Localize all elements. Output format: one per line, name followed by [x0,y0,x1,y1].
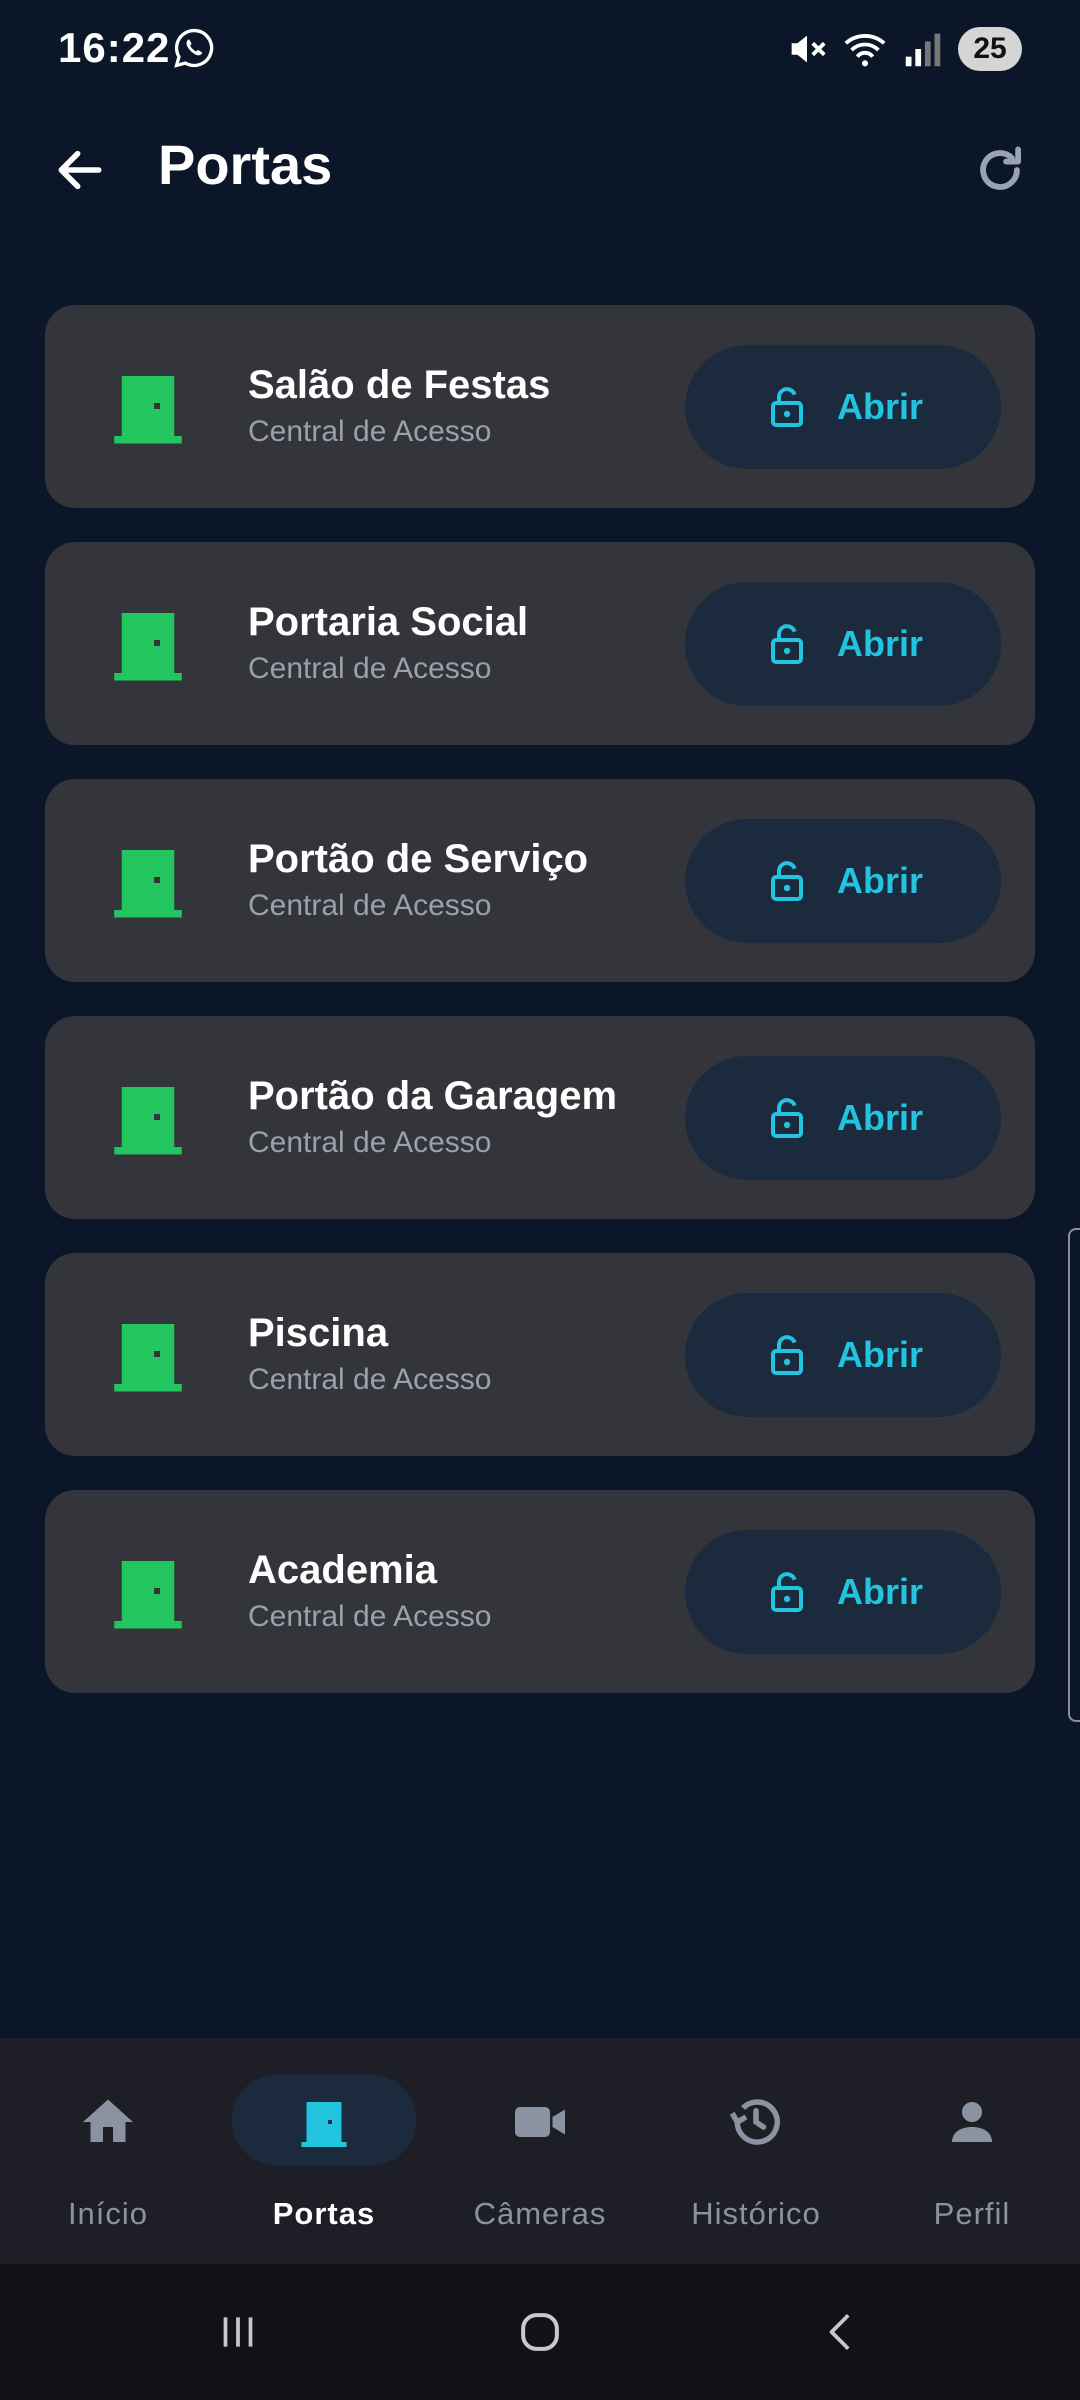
nav-label: Início [67,2196,149,2231]
door-card: Piscina Central de Acesso Abrir [45,1253,1035,1456]
nav-item-perfil[interactable]: Perfil [864,2038,1080,2264]
door-name: Academia [248,1548,437,1592]
back-nav-button[interactable] [802,2302,882,2362]
page-title: Portas [158,133,333,196]
door-icon [114,1324,182,1392]
door-icon [114,376,182,444]
open-door-button[interactable]: Abrir [685,345,1001,469]
door-icon [114,850,182,918]
arrow-back-icon [58,150,102,190]
home-icon [83,2099,133,2142]
door-subtitle: Central de Acesso [248,1363,492,1396]
wifi-icon [844,34,886,67]
bottom-nav: Início Portas Câmeras Histórico Perfil [0,2038,1080,2264]
whatsapp-icon [174,28,214,68]
door-icon [301,2102,347,2147]
door-subtitle: Central de Acesso [248,1126,492,1159]
open-button-label: Abrir [836,860,923,901]
door-icon [114,1087,182,1155]
recents-icon [223,2317,253,2347]
open-button-label: Abrir [836,1334,923,1375]
scroll-indicator[interactable] [1068,1228,1080,1722]
door-name: Portão de Serviço [248,837,589,881]
door-icon [114,1561,182,1629]
lock-open-icon [770,861,803,901]
nav-label: Câmeras [473,2196,607,2231]
door-name: Salão de Festas [248,363,551,407]
open-door-button[interactable]: Abrir [685,819,1001,943]
back-button[interactable] [44,134,116,206]
lock-open-icon [770,387,803,427]
lock-open-icon [770,1335,803,1375]
system-nav-bar [0,2264,1080,2400]
nav-item-cameras[interactable]: Câmeras [432,2038,648,2264]
door-subtitle: Central de Acesso [248,652,492,685]
door-subtitle: Central de Acesso [248,415,492,448]
person-icon [952,2102,992,2142]
door-icon [114,613,182,681]
nav-item-historico[interactable]: Histórico [648,2038,864,2264]
door-name: Portaria Social [248,600,529,644]
door-subtitle: Central de Acesso [248,889,492,922]
recent-apps-button[interactable] [198,2302,278,2362]
door-name: Piscina [248,1311,389,1355]
lock-open-icon [770,1098,803,1138]
nav-label: Histórico [691,2196,821,2231]
door-card: Portão de Serviço Central de Acesso Abri… [45,779,1035,982]
door-subtitle: Central de Acesso [248,1600,492,1633]
open-button-label: Abrir [836,1571,923,1612]
door-list: Salão de Festas Central de Acesso Abrir … [45,305,1035,1727]
open-door-button[interactable]: Abrir [685,1056,1001,1180]
nav-item-portas[interactable]: Portas [216,2038,432,2264]
door-card: Portaria Social Central de Acesso Abrir [45,542,1035,745]
nav-item-inicio[interactable]: Início [0,2038,216,2264]
open-button-label: Abrir [836,1097,923,1138]
nav-label: Portas [272,2196,376,2231]
refresh-button[interactable] [964,134,1036,206]
videocam-icon [515,2107,565,2137]
status-bar: 16:22 25 [0,0,1080,100]
signal-icon [905,33,941,67]
open-door-button[interactable]: Abrir [685,1530,1001,1654]
refresh-icon [980,146,1022,190]
open-button-label: Abrir [836,623,923,664]
mute-icon [791,35,826,63]
door-name: Portão da Garagem [248,1074,618,1118]
status-time: 16:22 [58,24,171,71]
lock-open-icon [770,1572,803,1612]
lock-open-icon [770,624,803,664]
chevron-left-icon [829,2314,850,2350]
door-card: Portão da Garagem Central de Acesso Abri… [45,1016,1035,1219]
home-circle-icon [521,2313,559,2351]
open-door-button[interactable]: Abrir [685,582,1001,706]
open-button-label: Abrir [836,386,923,427]
open-door-button[interactable]: Abrir [685,1293,1001,1417]
battery-indicator: 25 [958,27,1022,71]
door-card: Academia Central de Acesso Abrir [45,1490,1035,1693]
home-button[interactable] [500,2302,580,2362]
app-bar: Portas [0,100,1080,240]
door-card: Salão de Festas Central de Acesso Abrir [45,305,1035,508]
nav-label: Perfil [933,2196,1011,2231]
history-icon [729,2099,780,2145]
